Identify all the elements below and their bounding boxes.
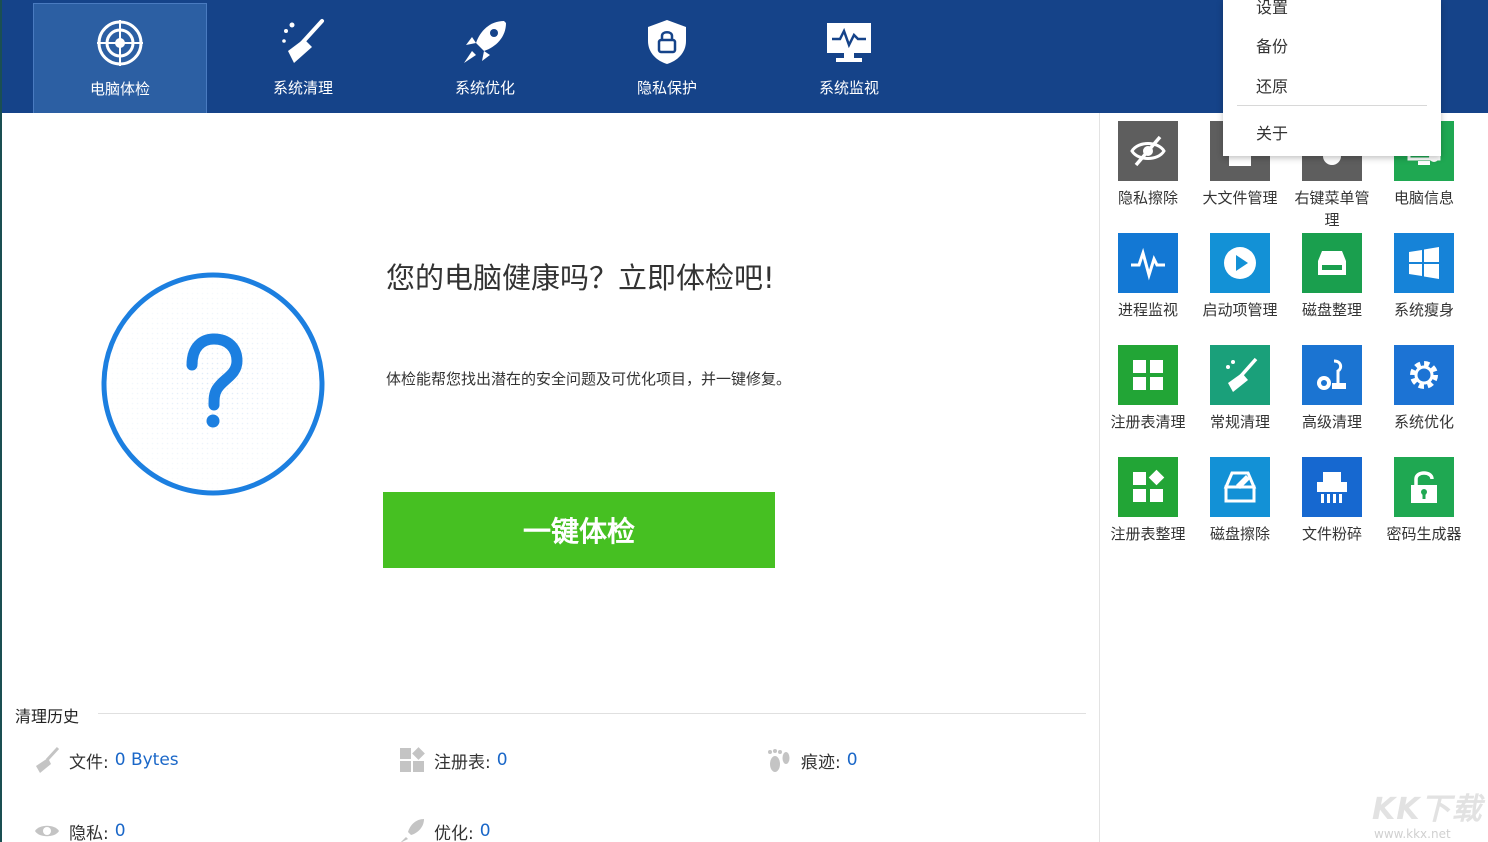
tab-pc-checkup[interactable]: 电脑体检 [33, 3, 207, 113]
stat-label: 注册表: [434, 752, 491, 773]
play-icon [1210, 233, 1270, 293]
tool-label: 系统瘦身 [1393, 301, 1454, 319]
shield-lock-icon [641, 17, 693, 67]
tab-system-clean[interactable]: 系统清理 [216, 3, 390, 113]
app-window: 电脑体检 系统清理 系统优化 隐私保护 系统监视 您的电脑健康吗？立即体检吧! … [0, 0, 1488, 842]
tool-label: 磁盘擦除 [1209, 525, 1270, 543]
stat-registry: 注册表: 0 [398, 746, 508, 774]
tool-regular-clean[interactable]: 常规清理 [1194, 345, 1286, 433]
tool-label: 密码生成器 [1386, 525, 1462, 543]
tab-privacy-protection[interactable]: 隐私保护 [580, 3, 754, 113]
disk-erase-icon [1210, 457, 1270, 517]
shredder-icon [1302, 457, 1362, 517]
tool-label: 启动项管理 [1202, 301, 1278, 319]
tool-registry-defrag[interactable]: 注册表整理 [1102, 457, 1194, 545]
menu-item-backup[interactable]: 备份 [1256, 33, 1288, 57]
stat-value: 0 [496, 750, 508, 770]
page-description: 体检能帮您找出潜在的安全问题及可优化项目，并一键修复。 [386, 370, 792, 388]
menu-separator [1237, 105, 1427, 106]
tool-disk-defrag[interactable]: 磁盘整理 [1286, 233, 1378, 321]
tool-label: 常规清理 [1209, 413, 1270, 431]
tab-system-monitor[interactable]: 系统监视 [762, 3, 936, 113]
stat-label: 优化: [434, 823, 474, 842]
gear-icon [1394, 345, 1454, 405]
grid-icon [1118, 345, 1178, 405]
menu-item-settings[interactable]: 设置 [1256, 0, 1288, 18]
tool-disk-erase[interactable]: 磁盘擦除 [1194, 457, 1286, 545]
target-icon [94, 18, 146, 68]
stat-label: 隐私: [69, 823, 109, 842]
monitor-pulse-icon [823, 17, 875, 67]
tool-label: 进程监视 [1117, 301, 1178, 319]
tool-label: 系统优化 [1393, 413, 1454, 431]
page-title: 您的电脑健康吗？立即体检吧! [386, 261, 775, 295]
tool-privacy-erase[interactable]: 隐私擦除 [1102, 121, 1194, 209]
registry-icon [1118, 457, 1178, 517]
tab-label: 系统监视 [818, 79, 879, 97]
tab-label: 系统清理 [272, 79, 333, 97]
stat-label: 文件: [69, 752, 109, 773]
tool-label: 隐私擦除 [1117, 189, 1178, 207]
pulse-icon [1118, 233, 1178, 293]
tool-label: 注册表整理 [1110, 525, 1186, 543]
footprint-icon [765, 746, 793, 774]
tool-startup-manager[interactable]: 启动项管理 [1194, 233, 1286, 321]
tools-panel: 隐私擦除 大文件管理 右键菜单管理 电脑信息 进程监视 启动项管理 磁盘整理 系… [1100, 113, 1488, 842]
stat-value: 0 [846, 750, 858, 770]
stat-value: 0 [114, 821, 126, 841]
stat-label: 痕迹: [801, 752, 841, 773]
broom-icon [33, 746, 61, 774]
stat-value: 0 Bytes [114, 750, 179, 770]
history-divider [98, 713, 1086, 714]
registry-icon [398, 746, 426, 774]
settings-dropdown-menu: 设置 备份 还原 关于 [1223, 0, 1441, 156]
stat-files: 文件: 0 Bytes [33, 746, 179, 774]
stat-optimize: 优化: 0 [398, 817, 491, 842]
tool-process-monitor[interactable]: 进程监视 [1102, 233, 1194, 321]
windows-icon [1394, 233, 1454, 293]
stat-traces: 痕迹: 0 [765, 746, 858, 774]
eye-icon [33, 817, 61, 842]
one-click-checkup-button[interactable]: 一键体检 [383, 492, 775, 568]
watermark-text: KK下载 [1372, 792, 1483, 827]
eye-slash-icon [1118, 121, 1178, 181]
tab-label: 电脑体检 [89, 80, 150, 98]
broom-icon [277, 17, 329, 67]
history-title: 清理历史 [15, 707, 80, 726]
rocket-icon [459, 17, 511, 67]
question-icon [100, 271, 326, 497]
tool-system-slim[interactable]: 系统瘦身 [1378, 233, 1470, 321]
tool-password-generator[interactable]: 密码生成器 [1378, 457, 1470, 545]
menu-item-about[interactable]: 关于 [1256, 120, 1288, 144]
vacuum-icon [1302, 345, 1362, 405]
checkup-panel: 您的电脑健康吗？立即体检吧! 体检能帮您找出潜在的安全问题及可优化项目，并一键修… [2, 113, 1099, 842]
tool-label: 注册表清理 [1110, 413, 1186, 431]
tool-label: 大文件管理 [1202, 189, 1278, 207]
watermark-logo: KK下载 www.kkx.net [1372, 784, 1488, 842]
tab-label: 系统优化 [454, 79, 515, 97]
tab-label: 隐私保护 [636, 79, 697, 97]
broom-icon [1210, 345, 1270, 405]
stat-value: 0 [479, 821, 491, 841]
rocket-icon [398, 817, 426, 842]
tool-file-shredder[interactable]: 文件粉碎 [1286, 457, 1378, 545]
tool-registry-clean[interactable]: 注册表清理 [1102, 345, 1194, 433]
tool-label: 电脑信息 [1393, 189, 1454, 207]
tool-label: 磁盘整理 [1301, 301, 1362, 319]
disk-icon [1302, 233, 1362, 293]
tool-system-optimize[interactable]: 系统优化 [1378, 345, 1470, 433]
tool-label: 文件粉碎 [1301, 525, 1362, 543]
tool-label: 右键菜单管理 [1294, 189, 1370, 229]
menu-item-restore[interactable]: 还原 [1256, 73, 1288, 97]
lock-icon [1394, 457, 1454, 517]
tool-advanced-clean[interactable]: 高级清理 [1286, 345, 1378, 433]
tool-label: 高级清理 [1301, 413, 1362, 431]
tab-system-optimize[interactable]: 系统优化 [398, 3, 572, 113]
watermark-url: www.kkx.net [1374, 827, 1451, 841]
stat-privacy: 隐私: 0 [33, 817, 126, 842]
